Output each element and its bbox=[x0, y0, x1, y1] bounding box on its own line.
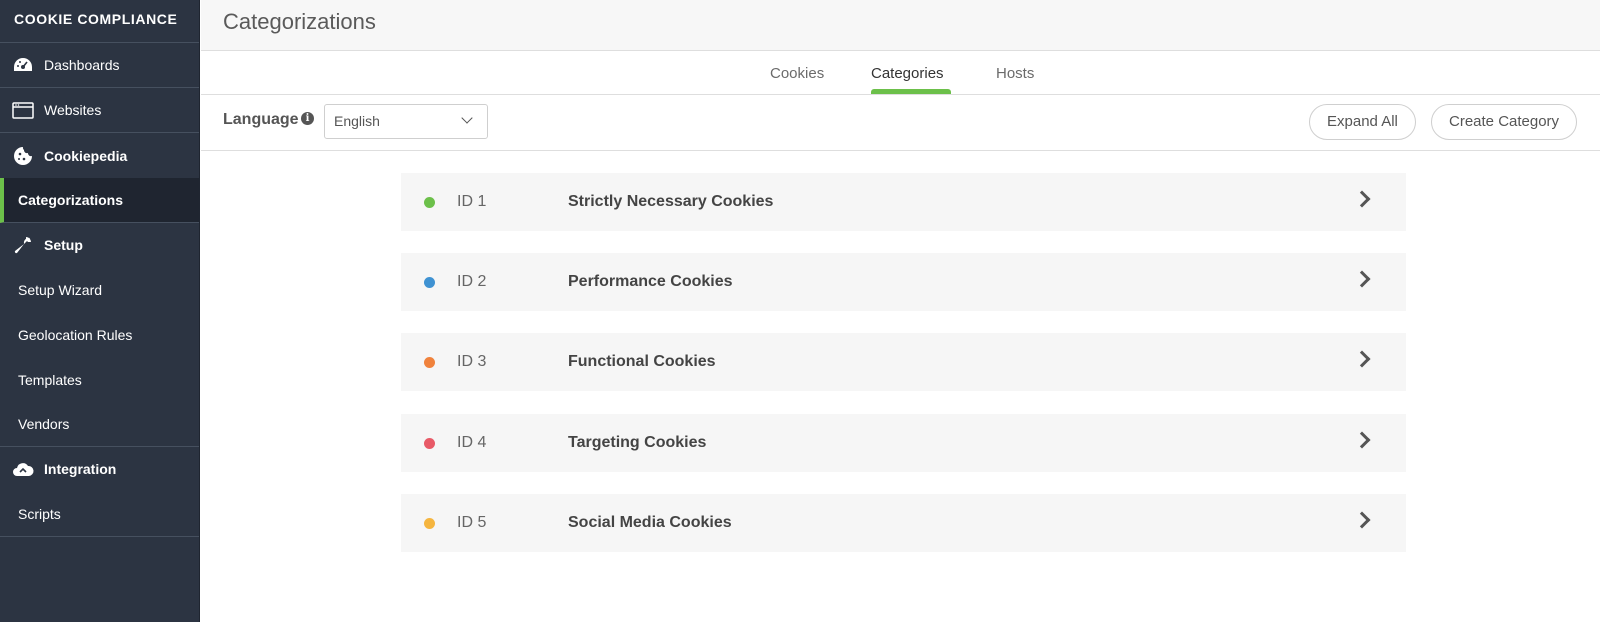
sidebar-item-label: Setup bbox=[44, 237, 83, 254]
tab-categories[interactable]: Categories bbox=[871, 65, 944, 82]
category-row[interactable]: ID 3 Functional Cookies bbox=[401, 333, 1406, 391]
sidebar-item-label: Integration bbox=[44, 461, 117, 478]
chevron-right-icon[interactable] bbox=[1353, 350, 1371, 368]
category-id: ID 2 bbox=[457, 273, 487, 290]
chevron-down-icon bbox=[461, 112, 473, 124]
sidebar-item-dashboards[interactable]: Dashboards bbox=[0, 43, 199, 88]
sidebar-item-integration[interactable]: Integration bbox=[0, 447, 199, 492]
page-title: Categorizations bbox=[223, 9, 376, 34]
sidebar-item-templates[interactable]: Templates bbox=[0, 357, 199, 402]
category-color-dot bbox=[424, 438, 435, 449]
category-id: ID 3 bbox=[457, 353, 487, 370]
category-row[interactable]: ID 5 Social Media Cookies bbox=[401, 494, 1406, 552]
sidebar: Cookie Compliance Dashboards Websites Co… bbox=[0, 0, 200, 622]
category-name: Targeting Cookies bbox=[568, 434, 707, 451]
info-icon[interactable]: i bbox=[301, 112, 314, 125]
sidebar-item-setup-wizard[interactable]: Setup Wizard bbox=[0, 268, 199, 313]
category-name: Strictly Necessary Cookies bbox=[568, 193, 774, 210]
sidebar-item-geolocation-rules[interactable]: Geolocation Rules bbox=[0, 313, 199, 358]
sidebar-item-label: Cookiepedia bbox=[44, 147, 128, 164]
sidebar-item-label: Categorizations bbox=[18, 191, 124, 208]
category-row[interactable]: ID 2 Performance Cookies bbox=[401, 253, 1406, 311]
sidebar-item-label: Geolocation Rules bbox=[18, 326, 133, 343]
tab-hosts[interactable]: Hosts bbox=[996, 65, 1034, 82]
dashboard-icon bbox=[12, 54, 34, 76]
page-header: Categorizations bbox=[201, 0, 1600, 51]
chevron-right-icon[interactable] bbox=[1353, 270, 1371, 288]
cookie-icon bbox=[12, 145, 34, 167]
category-row[interactable]: ID 1 Strictly Necessary Cookies bbox=[401, 173, 1406, 231]
sidebar-item-vendors[interactable]: Vendors bbox=[0, 402, 199, 447]
sidebar-item-categorizations[interactable]: Categorizations bbox=[0, 178, 199, 223]
chevron-right-icon[interactable] bbox=[1353, 511, 1371, 529]
toolbar: Language i English Expand All Create Cat… bbox=[201, 95, 1600, 151]
sidebar-item-label: Vendors bbox=[18, 416, 70, 433]
language-select-value: English bbox=[334, 113, 380, 129]
category-id: ID 1 bbox=[457, 193, 487, 210]
category-name: Functional Cookies bbox=[568, 353, 716, 370]
category-id: ID 4 bbox=[457, 434, 487, 451]
tab-cookies[interactable]: Cookies bbox=[770, 65, 824, 82]
chevron-right-icon[interactable] bbox=[1353, 190, 1371, 208]
category-color-dot bbox=[424, 277, 435, 288]
active-tab-indicator bbox=[871, 89, 951, 94]
sidebar-item-websites[interactable]: Websites bbox=[0, 88, 199, 133]
sidebar-item-label: Websites bbox=[44, 102, 102, 118]
category-row[interactable]: ID 4 Targeting Cookies bbox=[401, 414, 1406, 472]
category-color-dot bbox=[424, 518, 435, 529]
category-id: ID 5 bbox=[457, 514, 487, 531]
category-color-dot bbox=[424, 197, 435, 208]
language-select[interactable]: English bbox=[324, 104, 488, 139]
tab-bar: Cookies Categories Hosts bbox=[201, 51, 1600, 95]
sidebar-item-scripts[interactable]: Scripts bbox=[0, 492, 199, 537]
category-name: Performance Cookies bbox=[568, 273, 733, 290]
expand-all-button[interactable]: Expand All bbox=[1309, 104, 1416, 140]
sidebar-item-label: Templates bbox=[18, 371, 82, 388]
wrench-icon bbox=[12, 234, 34, 256]
language-label: Language bbox=[223, 111, 299, 128]
sidebar-item-label: Scripts bbox=[18, 505, 61, 522]
browser-window-icon bbox=[12, 99, 34, 121]
sidebar-item-label: Setup Wizard bbox=[18, 282, 103, 299]
category-name: Social Media Cookies bbox=[568, 514, 732, 531]
sidebar-item-label: Dashboards bbox=[44, 57, 120, 73]
main-content: Categorizations Cookies Categories Hosts… bbox=[201, 0, 1600, 622]
create-category-button[interactable]: Create Category bbox=[1431, 104, 1578, 140]
sidebar-item-cookiepedia[interactable]: Cookiepedia bbox=[0, 133, 199, 178]
brand-title: Cookie Compliance bbox=[0, 0, 199, 43]
sidebar-item-setup[interactable]: Setup bbox=[0, 223, 199, 268]
category-color-dot bbox=[424, 357, 435, 368]
chevron-right-icon[interactable] bbox=[1353, 431, 1371, 449]
cloud-icon bbox=[12, 458, 34, 480]
